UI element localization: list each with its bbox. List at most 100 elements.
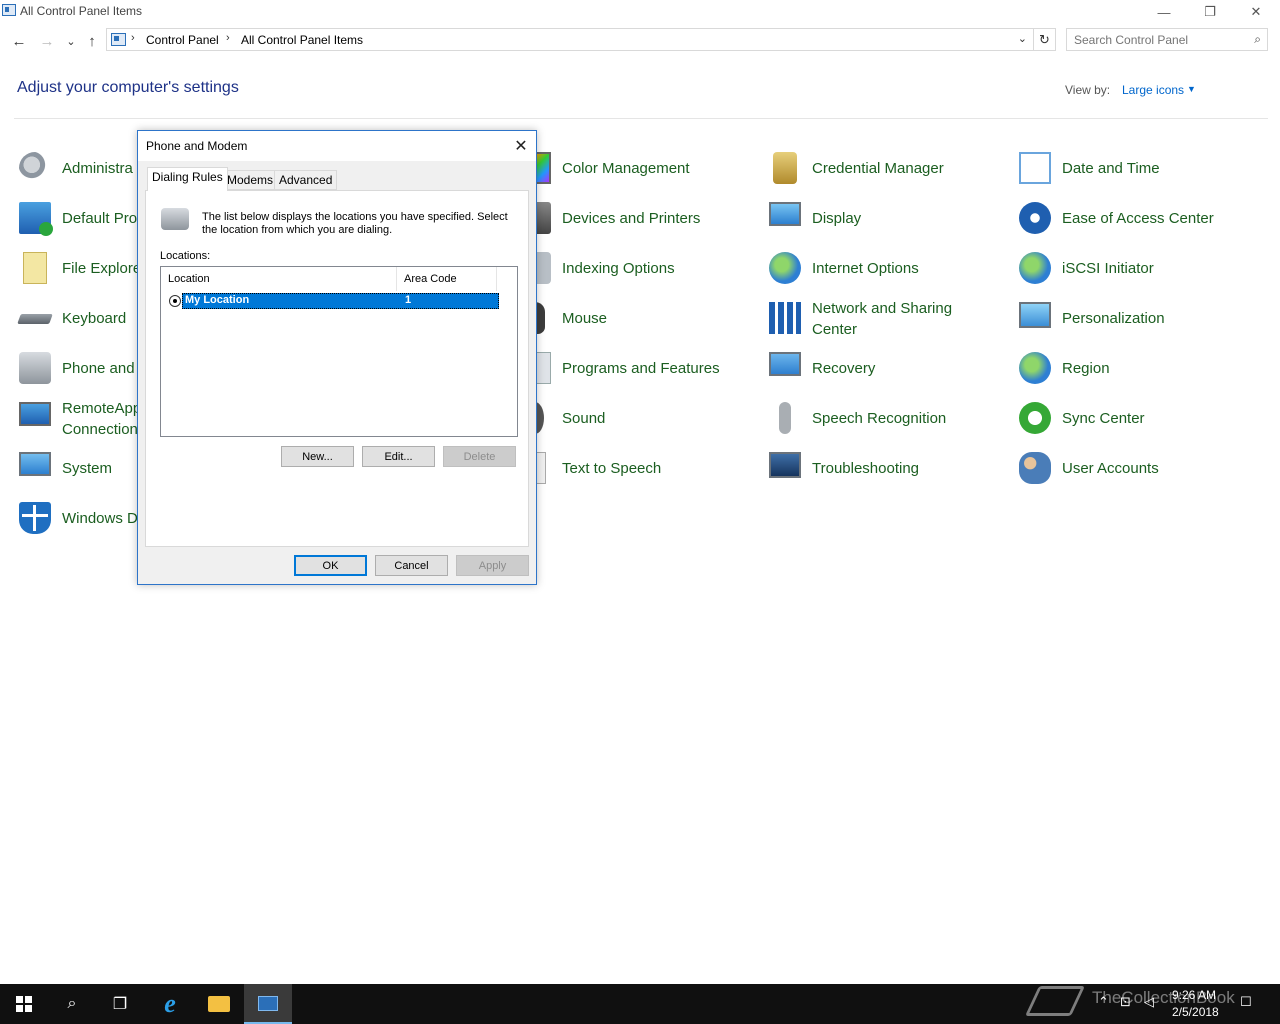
item-label: Text to Speech — [562, 460, 662, 477]
item-label: Credential Manager — [812, 160, 944, 177]
item-troubleshooting[interactable]: Troubleshooting — [769, 448, 1009, 488]
item-speech-recognition[interactable]: Speech Recognition — [769, 398, 1009, 438]
taskbar: ⌕ ❐ e — [0, 984, 1280, 1024]
ok-button[interactable]: OK — [294, 555, 367, 576]
minimize-button[interactable]: — — [1141, 0, 1187, 24]
breadcrumb-all-items[interactable]: All Control Panel Items — [241, 33, 363, 47]
dialog-title: Phone and Modem — [146, 139, 248, 153]
caret-down-icon[interactable]: ▼ — [1187, 84, 1196, 94]
notification-icon[interactable]: ☐ — [1240, 994, 1252, 1010]
taskbar-search-icon[interactable]: ⌕ — [48, 984, 96, 1024]
windows-defender-icon — [19, 502, 51, 534]
credential-vault-icon — [773, 152, 797, 184]
item-recovery[interactable]: Recovery — [769, 348, 1009, 388]
cancel-button[interactable]: Cancel — [375, 555, 448, 576]
internet-explorer-icon[interactable]: e — [146, 984, 194, 1024]
ie-letter: e — [164, 989, 176, 1018]
search-box[interactable]: ⌕ — [1066, 28, 1268, 51]
view-by-dropdown[interactable]: Large icons — [1122, 83, 1184, 97]
edit-button[interactable]: Edit... — [362, 446, 435, 467]
close-button[interactable]: ✕ — [1233, 0, 1279, 24]
control-panel-icon — [111, 33, 126, 46]
taskbar-control-panel[interactable] — [244, 984, 292, 1024]
column-header-location[interactable]: Location — [161, 267, 397, 291]
item-text-to-speech[interactable]: Text to Speech — [519, 448, 759, 488]
admin-tools-icon — [19, 152, 51, 184]
page-title: Adjust your computer's settings — [17, 79, 239, 96]
item-sound[interactable]: Sound — [519, 398, 759, 438]
item-programs-and-features[interactable]: Programs and Features — [519, 348, 759, 388]
table-row[interactable]: My Location 1 — [169, 293, 499, 309]
item-personalization[interactable]: Personalization — [1019, 298, 1259, 338]
breadcrumb-separator[interactable]: › — [131, 32, 135, 44]
tray-chevron-up-icon[interactable]: ⌃ — [1098, 994, 1109, 1010]
locations-list[interactable]: Location Area Code My Location 1 — [160, 266, 518, 437]
locations-description: The list below displays the locations yo… — [202, 211, 508, 236]
item-network-and-sharing-center[interactable]: Network and Sharing Center — [769, 298, 1009, 338]
restore-button[interactable]: ❐ — [1187, 0, 1233, 24]
item-user-accounts[interactable]: User Accounts — [1019, 448, 1259, 488]
breadcrumb-separator[interactable]: › — [226, 32, 230, 44]
item-region[interactable]: Region — [1019, 348, 1259, 388]
item-label: Personalization — [1062, 310, 1165, 327]
task-view-icon[interactable]: ❐ — [96, 984, 144, 1024]
item-label: Internet Options — [812, 260, 919, 277]
item-date-and-time[interactable]: Date and Time — [1019, 148, 1259, 188]
ease-of-access-icon — [1019, 202, 1051, 234]
column-header-area-code[interactable]: Area Code — [397, 267, 497, 291]
item-sync-center[interactable]: Sync Center — [1019, 398, 1259, 438]
tab-dialing-rules[interactable]: Dialing Rules — [147, 167, 228, 191]
item-credential-manager[interactable]: Credential Manager — [769, 148, 1009, 188]
back-arrow-icon[interactable]: ← — [8, 30, 30, 52]
item-iscsi-initiator[interactable]: iSCSI Initiator — [1019, 248, 1259, 288]
item-devices-and-printers[interactable]: Devices and Printers — [519, 198, 759, 238]
tab-advanced[interactable]: Advanced — [274, 170, 338, 190]
microphone-icon — [779, 402, 791, 434]
item-label-line2: Connection — [62, 421, 138, 438]
delete-button[interactable]: Delete — [443, 446, 516, 467]
item-label: Recovery — [812, 360, 876, 377]
radio-selected-icon[interactable] — [169, 295, 181, 307]
iscsi-globe-icon — [1019, 252, 1051, 284]
address-bar[interactable]: › Control Panel › All Control Panel Item… — [106, 28, 1034, 51]
item-label: Date and Time — [1062, 160, 1160, 177]
troubleshoot-icon — [769, 452, 801, 478]
chevron-down-icon[interactable]: ⌄ — [1018, 32, 1027, 45]
item-label: Speech Recognition — [812, 410, 947, 427]
forward-arrow-icon[interactable]: → — [36, 30, 58, 52]
item-color-management[interactable]: Color Management — [519, 148, 759, 188]
item-internet-options[interactable]: Internet Options — [769, 248, 1009, 288]
phone-modem-icon — [161, 208, 189, 230]
location-name: My Location — [185, 294, 250, 306]
item-mouse[interactable]: Mouse — [519, 298, 759, 338]
search-input[interactable] — [1074, 30, 1244, 50]
control-panel-icon — [258, 995, 278, 1011]
item-label: Sync Center — [1062, 410, 1145, 427]
network-icon[interactable]: ⊡ — [1120, 994, 1131, 1010]
item-label: Indexing Options — [562, 260, 675, 277]
search-icon[interactable]: ⌕ — [1254, 32, 1261, 47]
recent-locations-icon[interactable]: ⌄ — [60, 30, 82, 52]
item-label: File Explore — [62, 260, 142, 277]
start-button[interactable] — [0, 984, 48, 1024]
item-ease-of-access-center[interactable]: Ease of Access Center — [1019, 198, 1259, 238]
breadcrumb-control-panel[interactable]: Control Panel — [146, 33, 219, 47]
item-label-line2: Center — [812, 321, 858, 338]
clock-date[interactable]: 2/5/2018 — [1172, 1005, 1219, 1019]
apply-button[interactable]: Apply — [456, 555, 529, 576]
file-explorer-icon[interactable] — [195, 984, 243, 1024]
item-label: Keyboard — [62, 310, 127, 327]
item-label: User Accounts — [1062, 460, 1159, 477]
divider — [14, 118, 1268, 119]
item-label: Network and Sharing Center — [812, 298, 952, 340]
item-indexing-options[interactable]: Indexing Options — [519, 248, 759, 288]
tab-modems[interactable]: Modems — [222, 170, 279, 190]
close-icon[interactable]: ✕ — [510, 135, 532, 157]
volume-muted-icon[interactable]: ◁ — [1144, 994, 1154, 1010]
clock-time[interactable]: 9:26 AM — [1172, 988, 1216, 1002]
up-arrow-icon[interactable]: ↑ — [81, 30, 103, 52]
windows-logo-icon — [16, 996, 32, 1012]
refresh-icon[interactable]: ↻ — [1034, 28, 1056, 51]
new-button[interactable]: New... — [281, 446, 354, 467]
item-display[interactable]: Display — [769, 198, 1009, 238]
